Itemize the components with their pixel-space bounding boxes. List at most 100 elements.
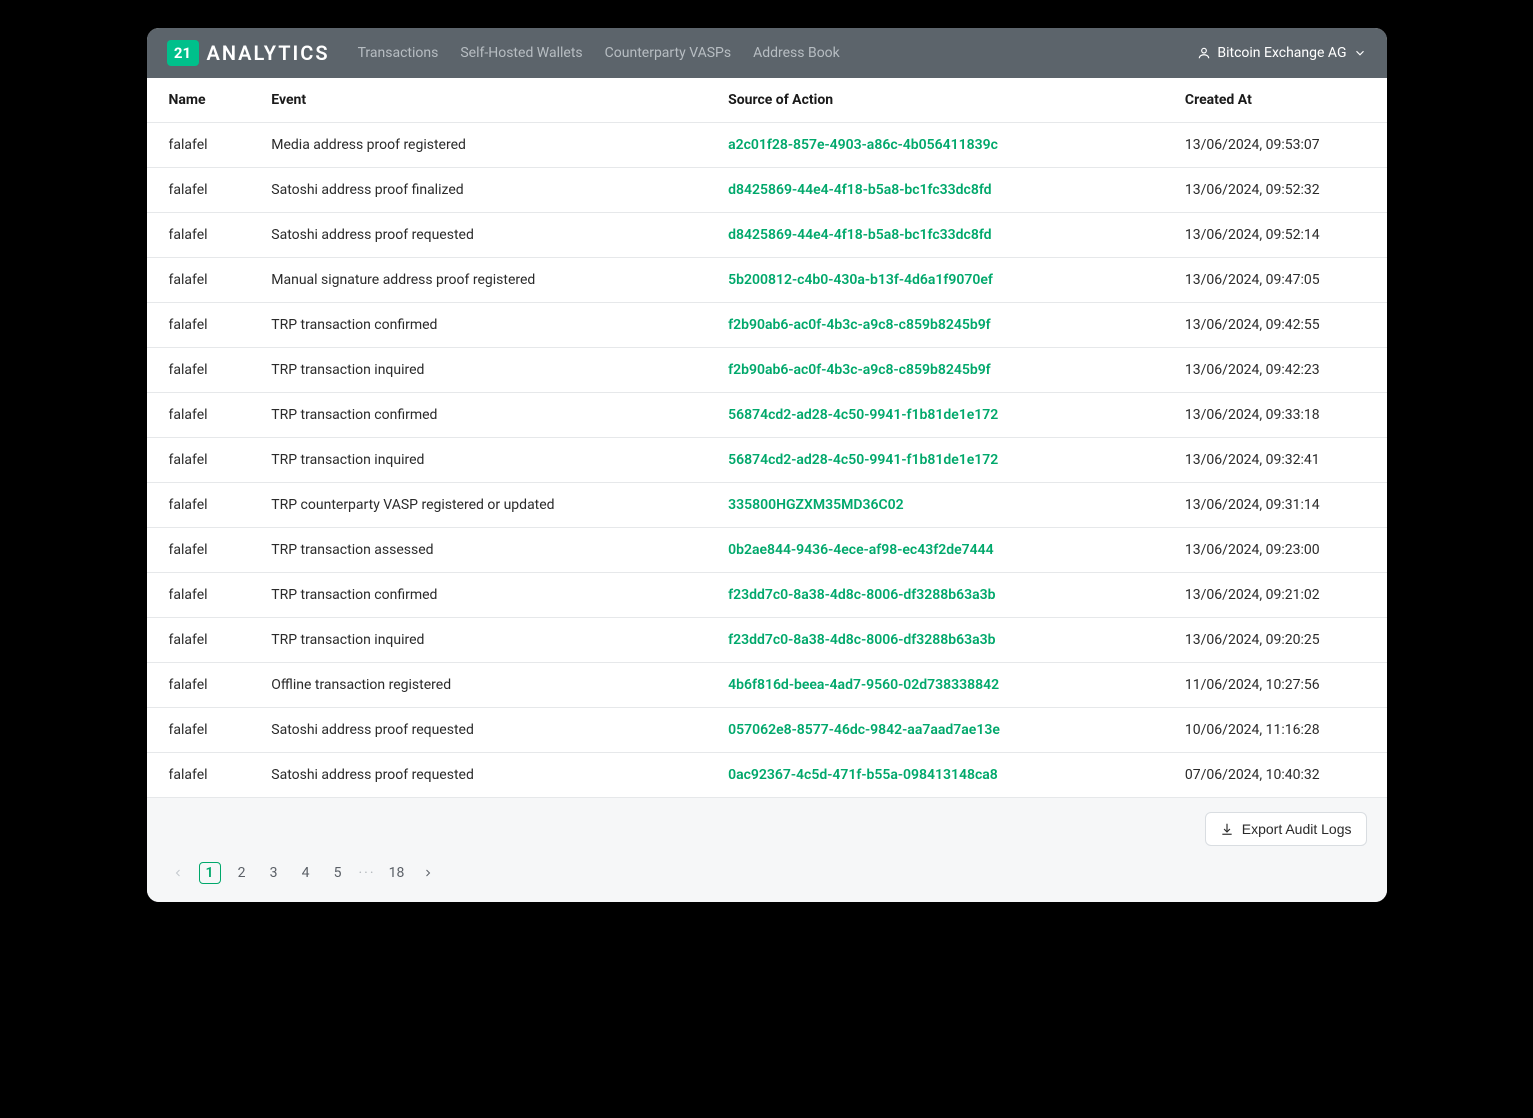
cell-event: TRP counterparty VASP registered or upda…: [255, 483, 712, 528]
table-row: falafelSatoshi address proof requested05…: [147, 708, 1387, 753]
cell-source: 057062e8-8577-46dc-9842-aa7aad7ae13e: [712, 708, 1169, 753]
cell-source: f23dd7c0-8a38-4d8c-8006-df3288b63a3b: [712, 618, 1169, 663]
cell-source: 0ac92367-4c5d-471f-b55a-098413148ca8: [712, 753, 1169, 798]
source-link[interactable]: f23dd7c0-8a38-4d8c-8006-df3288b63a3b: [728, 587, 995, 603]
export-row: Export Audit Logs: [167, 812, 1367, 862]
source-link[interactable]: 56874cd2-ad28-4c50-9941-f1b81de1e172: [728, 452, 998, 468]
cell-name: falafel: [147, 483, 256, 528]
cell-source: 335800HGZXM35MD36C02: [712, 483, 1169, 528]
page-3[interactable]: 3: [263, 862, 285, 884]
cell-created: 11/06/2024, 10:27:56: [1169, 663, 1387, 708]
cell-name: falafel: [147, 438, 256, 483]
cell-name: falafel: [147, 258, 256, 303]
cell-source: 4b6f816d-beea-4ad7-9560-02d738338842: [712, 663, 1169, 708]
nav-address-book[interactable]: Address Book: [753, 45, 840, 61]
cell-name: falafel: [147, 753, 256, 798]
footer: Export Audit Logs 1 2 3 4 5 ··· 18: [147, 798, 1387, 902]
nav-transactions[interactable]: Transactions: [358, 45, 439, 61]
cell-created: 13/06/2024, 09:31:14: [1169, 483, 1387, 528]
table-row: falafelTRP transaction assessed0b2ae844-…: [147, 528, 1387, 573]
source-link[interactable]: 057062e8-8577-46dc-9842-aa7aad7ae13e: [728, 722, 1000, 738]
cell-source: 56874cd2-ad28-4c50-9941-f1b81de1e172: [712, 438, 1169, 483]
cell-event: Satoshi address proof requested: [255, 753, 712, 798]
cell-event: TRP transaction confirmed: [255, 393, 712, 438]
cell-created: 13/06/2024, 09:52:32: [1169, 168, 1387, 213]
cell-event: Satoshi address proof requested: [255, 213, 712, 258]
source-link[interactable]: 4b6f816d-beea-4ad7-9560-02d738338842: [728, 677, 999, 693]
logo-badge: 21: [167, 40, 199, 66]
chevron-left-icon: [172, 867, 184, 879]
cell-created: 13/06/2024, 09:47:05: [1169, 258, 1387, 303]
table-row: falafelTRP counterparty VASP registered …: [147, 483, 1387, 528]
chevron-down-icon: [1353, 46, 1367, 60]
export-audit-logs-button[interactable]: Export Audit Logs: [1205, 812, 1367, 846]
source-link[interactable]: 0b2ae844-9436-4ece-af98-ec43f2de7444: [728, 542, 994, 558]
export-label: Export Audit Logs: [1242, 821, 1352, 837]
content: Name Event Source of Action Created At f…: [147, 78, 1387, 798]
page-prev[interactable]: [167, 862, 189, 884]
cell-source: f2b90ab6-ac0f-4b3c-a9c8-c859b8245b9f: [712, 348, 1169, 393]
nav: Transactions Self-Hosted Wallets Counter…: [358, 45, 1198, 61]
source-link[interactable]: 0ac92367-4c5d-471f-b55a-098413148ca8: [728, 767, 998, 783]
logo-text: ANALYTICS: [207, 41, 330, 65]
col-header-event[interactable]: Event: [255, 78, 712, 123]
col-header-created[interactable]: Created At: [1169, 78, 1387, 123]
cell-source: 56874cd2-ad28-4c50-9941-f1b81de1e172: [712, 393, 1169, 438]
cell-source: f2b90ab6-ac0f-4b3c-a9c8-c859b8245b9f: [712, 303, 1169, 348]
nav-self-hosted-wallets[interactable]: Self-Hosted Wallets: [460, 45, 582, 61]
table-row: falafelManual signature address proof re…: [147, 258, 1387, 303]
cell-created: 13/06/2024, 09:32:41: [1169, 438, 1387, 483]
user-menu[interactable]: Bitcoin Exchange AG: [1197, 45, 1366, 61]
pagination: 1 2 3 4 5 ··· 18: [167, 862, 1367, 884]
table-row: falafelMedia address proof registereda2c…: [147, 123, 1387, 168]
cell-source: a2c01f28-857e-4903-a86c-4b056411839c: [712, 123, 1169, 168]
cell-name: falafel: [147, 168, 256, 213]
cell-event: Offline transaction registered: [255, 663, 712, 708]
cell-source: d8425869-44e4-4f18-b5a8-bc1fc33dc8fd: [712, 213, 1169, 258]
cell-created: 13/06/2024, 09:20:25: [1169, 618, 1387, 663]
topbar: 21 ANALYTICS Transactions Self-Hosted Wa…: [147, 28, 1387, 78]
source-link[interactable]: f2b90ab6-ac0f-4b3c-a9c8-c859b8245b9f: [728, 362, 991, 378]
cell-source: f23dd7c0-8a38-4d8c-8006-df3288b63a3b: [712, 573, 1169, 618]
source-link[interactable]: 5b200812-c4b0-430a-b13f-4d6a1f9070ef: [728, 272, 993, 288]
col-header-source[interactable]: Source of Action: [712, 78, 1169, 123]
source-link[interactable]: 335800HGZXM35MD36C02: [728, 497, 904, 513]
page-last[interactable]: 18: [385, 862, 407, 884]
cell-created: 13/06/2024, 09:53:07: [1169, 123, 1387, 168]
cell-source: 0b2ae844-9436-4ece-af98-ec43f2de7444: [712, 528, 1169, 573]
cell-event: TRP transaction inquired: [255, 438, 712, 483]
source-link[interactable]: 56874cd2-ad28-4c50-9941-f1b81de1e172: [728, 407, 998, 423]
cell-event: Media address proof registered: [255, 123, 712, 168]
cell-created: 07/06/2024, 10:40:32: [1169, 753, 1387, 798]
source-link[interactable]: f2b90ab6-ac0f-4b3c-a9c8-c859b8245b9f: [728, 317, 991, 333]
page-5[interactable]: 5: [327, 862, 349, 884]
cell-name: falafel: [147, 393, 256, 438]
cell-created: 13/06/2024, 09:42:55: [1169, 303, 1387, 348]
cell-name: falafel: [147, 348, 256, 393]
cell-source: 5b200812-c4b0-430a-b13f-4d6a1f9070ef: [712, 258, 1169, 303]
table-row: falafelTRP transaction inquired 56874cd2-…: [147, 438, 1387, 483]
cell-created: 13/06/2024, 09:21:02: [1169, 573, 1387, 618]
app-window: 21 ANALYTICS Transactions Self-Hosted Wa…: [147, 28, 1387, 902]
cell-event: Satoshi address proof finalized: [255, 168, 712, 213]
cell-created: 13/06/2024, 09:23:00: [1169, 528, 1387, 573]
table-row: falafelTRP transaction confirmedf2b90ab6…: [147, 303, 1387, 348]
col-header-name[interactable]: Name: [147, 78, 256, 123]
cell-event: Satoshi address proof requested: [255, 708, 712, 753]
source-link[interactable]: f23dd7c0-8a38-4d8c-8006-df3288b63a3b: [728, 632, 995, 648]
cell-source: d8425869-44e4-4f18-b5a8-bc1fc33dc8fd: [712, 168, 1169, 213]
cell-name: falafel: [147, 213, 256, 258]
cell-name: falafel: [147, 573, 256, 618]
source-link[interactable]: a2c01f28-857e-4903-a86c-4b056411839c: [728, 137, 998, 153]
page-2[interactable]: 2: [231, 862, 253, 884]
cell-created: 13/06/2024, 09:42:23: [1169, 348, 1387, 393]
cell-name: falafel: [147, 663, 256, 708]
page-1[interactable]: 1: [199, 862, 221, 884]
page-next[interactable]: [417, 862, 439, 884]
table-row: falafelSatoshi address proof requested 0a…: [147, 753, 1387, 798]
table-row: falafelTRP transaction inquiredf2b90ab6-…: [147, 348, 1387, 393]
nav-counterparty-vasps[interactable]: Counterparty VASPs: [605, 45, 731, 61]
page-4[interactable]: 4: [295, 862, 317, 884]
source-link[interactable]: d8425869-44e4-4f18-b5a8-bc1fc33dc8fd: [728, 182, 991, 198]
source-link[interactable]: d8425869-44e4-4f18-b5a8-bc1fc33dc8fd: [728, 227, 991, 243]
